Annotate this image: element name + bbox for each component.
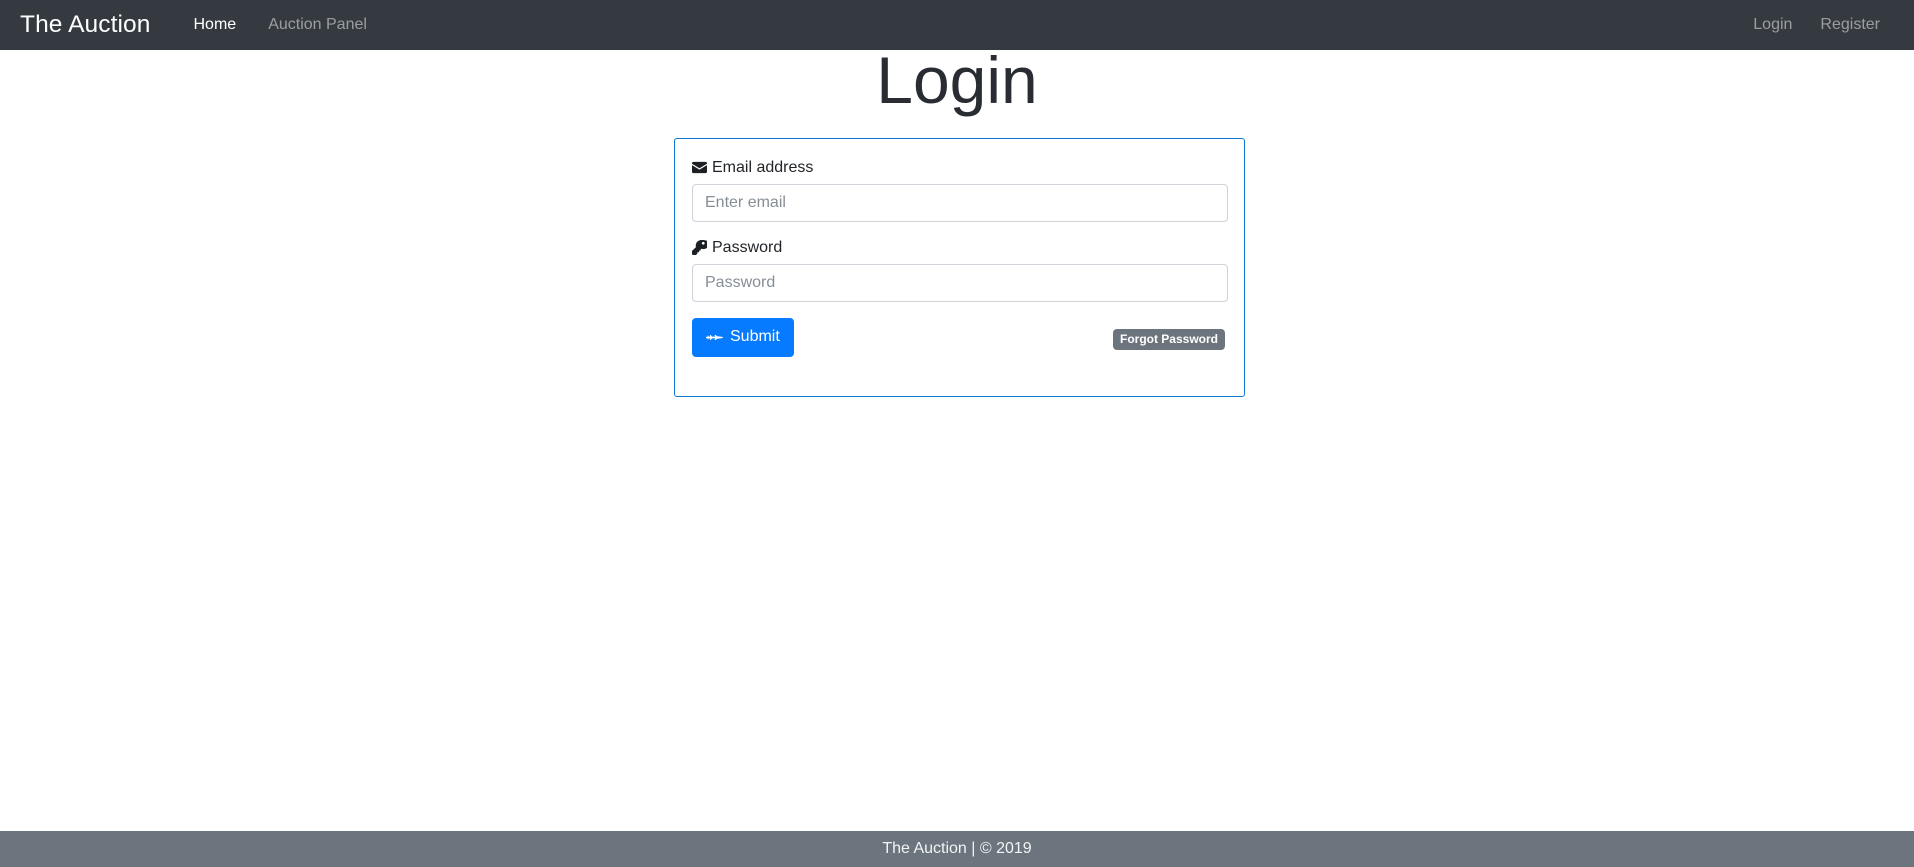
login-page: The Auction Home Auction Panel Login Reg…: [0, 0, 1914, 867]
nav-link-home[interactable]: Home: [178, 0, 253, 50]
password-label-text: Password: [712, 239, 783, 257]
email-label-text: Email address: [712, 159, 814, 176]
nav-link-register[interactable]: Register: [1806, 0, 1894, 50]
login-form-card: Email address Password: [674, 138, 1245, 397]
forgot-password-badge[interactable]: Forgot Password: [1112, 329, 1225, 351]
password-label: Password: [692, 238, 1227, 257]
footer-text: The Auction | © 2019: [882, 840, 1032, 857]
password-form-group: Password: [692, 238, 1228, 303]
footer: The Auction | © 2019: [0, 831, 1914, 867]
form-actions: Submit Forgot Password: [692, 318, 1227, 362]
fighter-jet-icon: [706, 329, 723, 346]
envelope-icon: [692, 160, 707, 175]
nav-link-login[interactable]: Login: [1739, 0, 1806, 50]
page-title: Login: [876, 43, 1038, 117]
key-icon: [692, 240, 707, 256]
primary-nav: Home Auction Panel: [178, 0, 383, 50]
brand-link[interactable]: The Auction: [20, 11, 151, 39]
submit-button[interactable]: Submit: [692, 318, 794, 357]
email-input[interactable]: [692, 184, 1228, 223]
submit-button-label: Submit: [730, 328, 780, 346]
email-label: Email address: [692, 158, 1227, 177]
nav-link-auction-panel[interactable]: Auction Panel: [252, 0, 383, 50]
email-form-group: Email address: [692, 158, 1228, 223]
password-input[interactable]: [692, 264, 1228, 303]
secondary-nav: Login Register: [1739, 0, 1894, 50]
